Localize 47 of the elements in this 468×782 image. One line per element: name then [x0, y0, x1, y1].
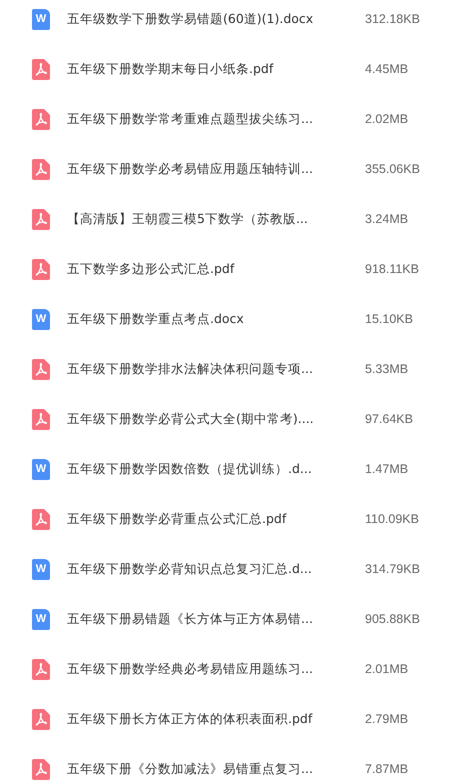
file-size: 918.11KB — [365, 262, 419, 276]
file-size: 2.01MB — [365, 662, 408, 676]
file-name[interactable]: 五年级下册数学必背重点公式汇总.pdf — [67, 510, 367, 528]
file-size: 15.10KB — [365, 312, 413, 326]
word-file-icon: W — [32, 308, 50, 330]
file-name[interactable]: 五年级下册《分数加减法》易错重点复习... — [67, 760, 367, 778]
file-name[interactable]: 五年级下册长方体正方体的体积表面积.pdf — [67, 710, 367, 728]
word-file-icon: W — [32, 558, 50, 580]
file-name[interactable]: 五年级下册数学因数倍数（提优训练）.d... — [67, 460, 367, 478]
pdf-file-icon — [32, 358, 50, 380]
pdf-file-icon — [32, 708, 50, 730]
pdf-file-icon — [32, 258, 50, 280]
file-name[interactable]: 【高清版】王朝霞三模5下数学（苏教版... — [67, 210, 367, 228]
file-size: 110.09KB — [365, 512, 419, 526]
file-name[interactable]: 五年级下册数学常考重难点题型拔尖练习... — [67, 110, 367, 128]
file-size: 1.47MB — [365, 462, 408, 476]
file-name[interactable]: 五年级下册数学重点考点.docx — [67, 310, 367, 328]
pdf-file-icon — [32, 408, 50, 430]
pdf-file-icon — [32, 208, 50, 230]
pdf-file-icon — [32, 508, 50, 530]
file-size: 97.64KB — [365, 412, 413, 426]
file-size: 7.87MB — [365, 762, 408, 776]
file-name[interactable]: 五年级下册数学排水法解决体积问题专项... — [67, 360, 367, 378]
file-size: 355.06KB — [365, 162, 420, 176]
file-size: 3.24MB — [365, 212, 408, 226]
file-size: 312.18KB — [365, 12, 420, 26]
pdf-file-icon — [32, 108, 50, 130]
file-size: 2.02MB — [365, 112, 408, 126]
pdf-file-icon — [32, 758, 50, 780]
file-name[interactable]: 五年级下册数学必考易错应用题压轴特训... — [67, 160, 367, 178]
file-name[interactable]: 五年级数学下册数学易错题(60道)(1).docx — [67, 10, 367, 28]
file-name[interactable]: 五年级下册数学必背知识点总复习汇总.d... — [67, 560, 367, 578]
file-name[interactable]: 五下数学多边形公式汇总.pdf — [67, 260, 367, 278]
file-size: 4.45MB — [365, 62, 408, 76]
word-file-icon: W — [32, 458, 50, 480]
file-size: 905.88KB — [365, 612, 420, 626]
pdf-file-icon — [32, 658, 50, 680]
file-name[interactable]: 五年级下册数学必背公式大全(期中常考).... — [67, 410, 367, 428]
file-name[interactable]: 五年级下册易错题《长方体与正方体易错... — [67, 610, 367, 628]
pdf-file-icon — [32, 158, 50, 180]
file-size: 2.79MB — [365, 712, 408, 726]
file-name[interactable]: 五年级下册数学经典必考易错应用题练习... — [67, 660, 367, 678]
word-file-icon: W — [32, 608, 50, 630]
word-file-icon: W — [32, 8, 50, 30]
file-size: 5.33MB — [365, 362, 408, 376]
pdf-file-icon — [32, 58, 50, 80]
file-size: 314.79KB — [365, 562, 420, 576]
